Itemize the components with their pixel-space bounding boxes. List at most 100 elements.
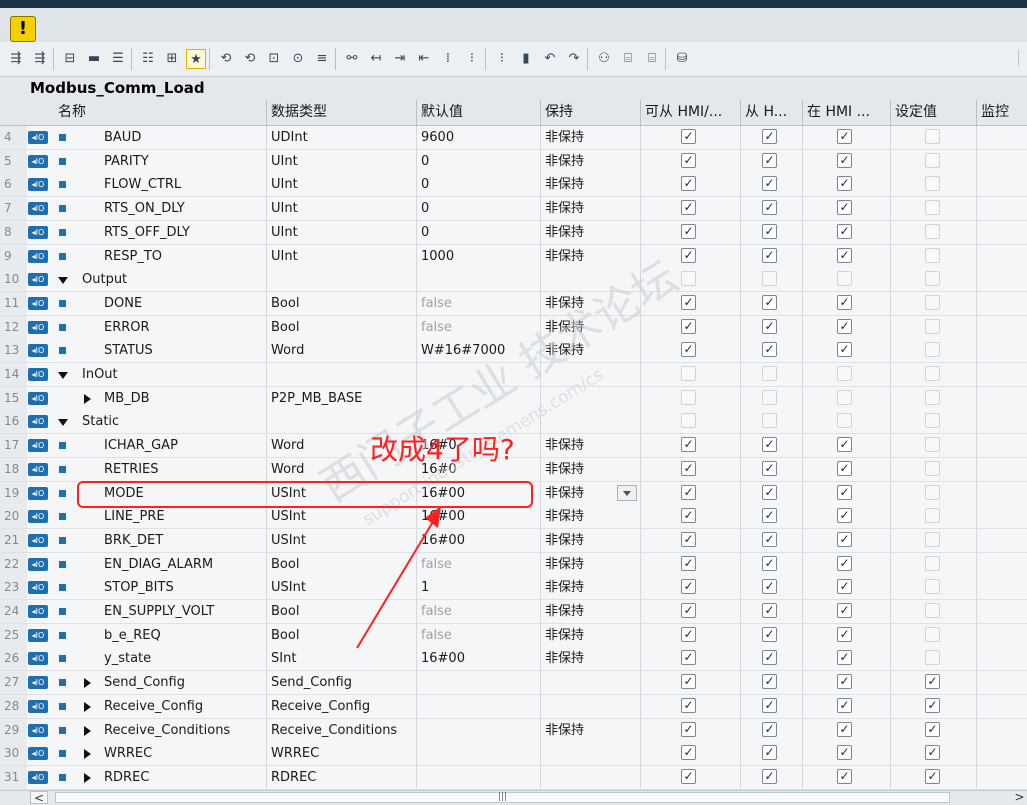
table-row[interactable]: 28 ◂IO Receive_Config Receive_Config ✓ ✓ ✓ ✓ xyxy=(0,695,1027,719)
horizontal-scrollbar[interactable]: < ||| > xyxy=(0,790,1027,805)
cell-datatype[interactable]: Word xyxy=(266,339,416,362)
hmi-access-checkbox[interactable]: ✓ xyxy=(681,579,696,594)
setpoint-checkbox[interactable] xyxy=(925,176,940,191)
hmi-from-checkbox[interactable]: ✓ xyxy=(762,485,777,500)
cell-default[interactable] xyxy=(416,695,540,718)
hmi-access-checkbox[interactable]: ✓ xyxy=(681,319,696,334)
cell-datatype[interactable]: Receive_Conditions xyxy=(266,719,416,742)
cell-datatype[interactable]: USInt xyxy=(266,576,416,599)
table-row[interactable]: 30 ◂IO WRREC WRREC ✓ ✓ ✓ ✓ xyxy=(0,742,1027,766)
cell-default[interactable]: 1000 xyxy=(416,245,540,268)
cell-default[interactable]: 16#00 xyxy=(416,482,540,505)
cell-datatype[interactable]: USInt xyxy=(266,482,416,505)
cell-retain[interactable]: 非保持 xyxy=(540,647,640,670)
cell-default[interactable] xyxy=(416,719,540,742)
setpoint-checkbox[interactable]: ✓ xyxy=(925,745,940,760)
hmi-access-checkbox[interactable]: ✓ xyxy=(681,485,696,500)
hmi-from-checkbox[interactable]: ✓ xyxy=(762,319,777,334)
header-hmi-in[interactable]: 在 HMI ... xyxy=(802,100,890,125)
cell-default[interactable]: 16#00 xyxy=(416,529,540,552)
setpoint-checkbox[interactable] xyxy=(925,153,940,168)
hmi-from-checkbox[interactable]: ✓ xyxy=(762,461,777,476)
cell-default[interactable]: false xyxy=(416,624,540,647)
hmi-in-checkbox[interactable]: ✓ xyxy=(837,129,852,144)
hmi-in-checkbox[interactable]: ✓ xyxy=(837,769,852,784)
hmi-access-checkbox[interactable]: ✓ xyxy=(681,437,696,452)
hmi-access-checkbox[interactable]: ✓ xyxy=(681,295,696,310)
setpoint-checkbox[interactable] xyxy=(925,437,940,452)
hmi-in-checkbox[interactable]: ✓ xyxy=(837,485,852,500)
hmi-in-checkbox[interactable]: ✓ xyxy=(837,200,852,215)
cell-name[interactable]: BRK_DET xyxy=(100,529,266,552)
cell-name[interactable]: Receive_Config xyxy=(100,695,266,718)
expand-arrow-icon[interactable] xyxy=(84,678,91,688)
cell-datatype[interactable]: UDInt xyxy=(266,126,416,149)
cell-default[interactable] xyxy=(416,742,540,765)
table-icon[interactable]: ≡ xyxy=(312,49,332,69)
cell-retain[interactable]: 非保持 xyxy=(540,173,640,196)
cell-retain[interactable] xyxy=(540,268,640,291)
cell-datatype[interactable]: UInt xyxy=(266,173,416,196)
cell-default[interactable]: false xyxy=(416,316,540,339)
hmi-from-checkbox[interactable] xyxy=(762,366,777,381)
cell-retain[interactable] xyxy=(540,742,640,765)
cell-name[interactable]: PARITY xyxy=(100,150,266,173)
hmi-access-checkbox[interactable]: ✓ xyxy=(681,248,696,263)
setpoint-checkbox[interactable] xyxy=(925,603,940,618)
highlight-icon[interactable]: ★ xyxy=(186,49,206,69)
hmi-access-checkbox[interactable]: ✓ xyxy=(681,603,696,618)
cell-default[interactable]: 0 xyxy=(416,173,540,196)
hmi-in-checkbox[interactable]: ✓ xyxy=(837,532,852,547)
cell-datatype[interactable]: Receive_Config xyxy=(266,695,416,718)
cell-retain[interactable]: 非保持 xyxy=(540,458,640,481)
cell-datatype[interactable]: Bool xyxy=(266,292,416,315)
hmi-from-checkbox[interactable]: ✓ xyxy=(762,248,777,263)
cell-datatype[interactable]: Bool xyxy=(266,624,416,647)
header-datatype[interactable]: 数据类型 xyxy=(266,100,416,125)
header-default[interactable]: 默认值 xyxy=(416,100,540,125)
cell-retain[interactable]: 非保持 xyxy=(540,197,640,220)
cell-default[interactable]: 16#00 xyxy=(416,505,540,528)
cell-datatype[interactable]: RDREC xyxy=(266,766,416,789)
setpoint-checkbox[interactable] xyxy=(925,390,940,405)
setpoint-checkbox[interactable] xyxy=(925,508,940,523)
hmi-access-checkbox[interactable]: ✓ xyxy=(681,342,696,357)
forward-icon[interactable]: ↷ xyxy=(564,49,584,69)
retain-dropdown-icon[interactable] xyxy=(617,485,637,501)
table-row[interactable]: 13 ◂IO STATUS Word W#16#7000 非保持 ✓ ✓ ✓ xyxy=(0,339,1027,363)
cell-datatype[interactable]: UInt xyxy=(266,245,416,268)
hmi-in-checkbox[interactable]: ✓ xyxy=(837,650,852,665)
cell-retain[interactable] xyxy=(540,387,640,410)
breakpoint-icon[interactable]: ⁞ xyxy=(438,49,458,69)
table-row[interactable]: 8 ◂IO RTS_OFF_DLY UInt 0 非保持 ✓ ✓ ✓ xyxy=(0,221,1027,245)
hmi-in-checkbox[interactable] xyxy=(837,271,852,286)
setpoint-checkbox[interactable]: ✓ xyxy=(925,698,940,713)
monitor-icon[interactable]: ⟲ xyxy=(216,49,236,69)
setpoint-checkbox[interactable] xyxy=(925,532,940,547)
scroll-right-icon[interactable]: > xyxy=(1012,791,1027,804)
cell-datatype[interactable]: Bool xyxy=(266,553,416,576)
align-center-icon[interactable]: ☷ xyxy=(138,49,158,69)
add-row-icon[interactable]: ⇶ xyxy=(30,49,50,69)
cell-datatype[interactable]: USInt xyxy=(266,529,416,552)
hmi-from-checkbox[interactable]: ✓ xyxy=(762,176,777,191)
table-row[interactable]: 9 ◂IO RESP_TO UInt 1000 非保持 ✓ ✓ ✓ xyxy=(0,245,1027,269)
hmi-from-checkbox[interactable] xyxy=(762,271,777,286)
back-icon[interactable]: ↶ xyxy=(540,49,560,69)
hmi-from-checkbox[interactable]: ✓ xyxy=(762,153,777,168)
monitor-all-icon[interactable]: ⟲ xyxy=(240,49,260,69)
hmi-access-checkbox[interactable]: ✓ xyxy=(681,176,696,191)
hmi-in-checkbox[interactable]: ✓ xyxy=(837,722,852,737)
warning-icon[interactable]: ! xyxy=(10,16,36,42)
cell-default[interactable] xyxy=(416,387,540,410)
table-row[interactable]: 15 ◂IO MB_DB P2P_MB_BASE xyxy=(0,387,1027,411)
hmi-access-checkbox[interactable]: ✓ xyxy=(681,129,696,144)
cell-name[interactable]: EN_DIAG_ALARM xyxy=(100,553,266,576)
cell-default[interactable]: 0 xyxy=(416,150,540,173)
setpoint-checkbox[interactable]: ✓ xyxy=(925,722,940,737)
hmi-access-checkbox[interactable]: ✓ xyxy=(681,698,696,713)
cell-retain[interactable]: 非保持 xyxy=(540,221,640,244)
hmi-in-checkbox[interactable]: ✓ xyxy=(837,508,852,523)
step-in-icon[interactable]: ↤ xyxy=(366,49,386,69)
cell-datatype[interactable]: UInt xyxy=(266,197,416,220)
